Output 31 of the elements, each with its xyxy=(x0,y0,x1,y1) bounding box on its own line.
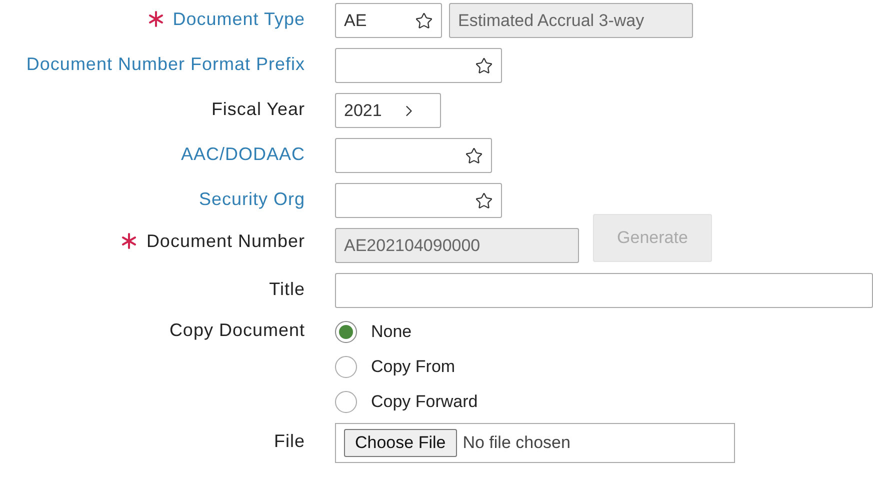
lookup-field[interactable] xyxy=(335,48,502,83)
field-label[interactable]: Document Number Format Prefix xyxy=(26,54,305,75)
description-field: Estimated Accrual 3-way xyxy=(449,3,693,38)
lookup-field[interactable]: AE xyxy=(335,3,442,38)
lookup-field[interactable] xyxy=(335,138,492,173)
lookup-field[interactable] xyxy=(335,183,502,218)
document-number-field: AE202104090000 xyxy=(335,228,579,263)
star-icon[interactable] xyxy=(475,192,493,210)
field-label: Title xyxy=(269,279,305,300)
field-label[interactable]: Security Org xyxy=(198,189,305,210)
star-icon[interactable] xyxy=(415,12,433,30)
field-label: Copy Document xyxy=(169,320,305,341)
radio-button[interactable] xyxy=(335,391,357,413)
star-icon[interactable] xyxy=(475,56,493,74)
field-label: File xyxy=(274,431,305,452)
star-icon[interactable] xyxy=(465,146,483,164)
radio-label[interactable]: Copy From xyxy=(371,357,456,377)
choose-file-button[interactable]: Choose File xyxy=(344,429,457,457)
file-status: No file chosen xyxy=(462,433,570,453)
field-label[interactable]: AAC/DODAAC xyxy=(180,144,305,165)
field-value: 2021 xyxy=(344,100,382,120)
field-label: Fiscal Year xyxy=(211,99,305,120)
radio-button[interactable] xyxy=(335,321,357,343)
field-label[interactable]: Document Type xyxy=(172,9,305,30)
field-label: Document Number xyxy=(146,231,305,252)
radio-label[interactable]: None xyxy=(371,322,412,342)
title-field[interactable] xyxy=(335,273,873,308)
field-value: AE xyxy=(344,10,367,30)
year-field[interactable]: 2021 xyxy=(335,93,441,128)
radio-label[interactable]: Copy Forward xyxy=(371,392,478,412)
radio-button[interactable] xyxy=(335,356,357,378)
